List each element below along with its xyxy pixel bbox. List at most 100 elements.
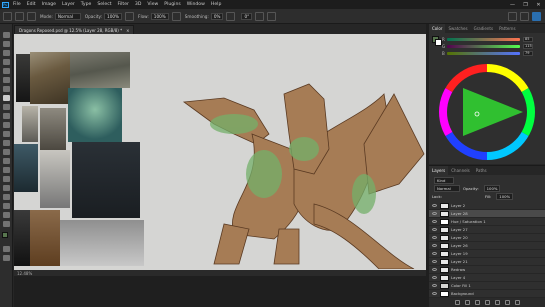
menu-help[interactable]: Help: [208, 2, 224, 7]
layer-row[interactable]: Layer 21: [429, 258, 545, 266]
pen-tool-icon[interactable]: [3, 167, 10, 173]
delete-layer-icon[interactable]: [514, 300, 520, 305]
close-tab-button[interactable]: ×: [126, 28, 129, 33]
marquee-tool-icon[interactable]: [3, 41, 10, 47]
layer-row[interactable]: Layer 27: [429, 226, 545, 234]
symmetry-icon[interactable]: [267, 11, 277, 21]
visibility-eye-icon[interactable]: [432, 284, 437, 287]
visibility-eye-icon[interactable]: [432, 260, 437, 263]
menu-filter[interactable]: Filter: [115, 2, 132, 7]
eraser-tool-icon[interactable]: [3, 131, 10, 137]
new-layer-icon[interactable]: [504, 300, 510, 305]
visibility-eye-icon[interactable]: [432, 236, 437, 239]
opacity-field[interactable]: 100%: [104, 12, 123, 20]
tab-swatches[interactable]: Swatches: [445, 24, 470, 33]
crop-tool-icon[interactable]: [3, 68, 10, 74]
layer-row[interactable]: Layer 20: [429, 234, 545, 242]
layer-row[interactable]: Layer 26: [429, 242, 545, 250]
blue-slider[interactable]: [447, 52, 520, 55]
more-tools-icon[interactable]: [3, 221, 10, 227]
maximize-button[interactable]: ❐: [519, 2, 532, 8]
menu-image[interactable]: Image: [39, 2, 59, 7]
visibility-eye-icon[interactable]: [432, 268, 437, 271]
menu-layer[interactable]: Layer: [59, 2, 78, 7]
menu-type[interactable]: Type: [78, 2, 95, 7]
quick-mask-icon[interactable]: [3, 246, 10, 252]
close-window-button[interactable]: ✕: [532, 2, 545, 8]
layer-row-selected[interactable]: Layer 28: [429, 210, 545, 218]
menu-window[interactable]: Window: [184, 2, 208, 7]
photoshop-logo[interactable]: Ps: [0, 0, 10, 9]
shape-tool-icon[interactable]: [3, 194, 10, 200]
dodge-tool-icon[interactable]: [3, 158, 10, 164]
red-slider[interactable]: [447, 38, 520, 41]
mode-select[interactable]: Normal: [54, 12, 81, 20]
blur-tool-icon[interactable]: [3, 149, 10, 155]
layer-opacity-field[interactable]: 100%: [483, 185, 501, 192]
history-brush-tool-icon[interactable]: [3, 122, 10, 128]
smoothing-options-icon[interactable]: [226, 11, 236, 21]
color-wheel[interactable]: [437, 62, 537, 162]
eyedropper-tool-icon[interactable]: [3, 86, 10, 92]
tab-gradients[interactable]: Gradients: [471, 24, 497, 33]
menu-3d[interactable]: 3D: [132, 2, 144, 7]
menu-view[interactable]: View: [144, 2, 161, 7]
layer-row[interactable]: Color Fill 1: [429, 282, 545, 290]
layer-filter-kind[interactable]: Kind: [434, 177, 454, 184]
adjustment-layer-icon[interactable]: [484, 300, 490, 305]
canvas-area[interactable]: [14, 34, 426, 270]
visibility-eye-icon[interactable]: [432, 252, 437, 255]
type-tool-icon[interactable]: [3, 176, 10, 182]
add-mask-icon[interactable]: [474, 300, 480, 305]
screen-mode-icon[interactable]: [3, 255, 10, 261]
layer-row[interactable]: Layer 2: [429, 202, 545, 210]
frame-tool-icon[interactable]: [3, 77, 10, 83]
visibility-eye-icon[interactable]: [432, 228, 437, 231]
bg-color-chip[interactable]: [435, 39, 442, 46]
zoom-tool-icon[interactable]: [3, 212, 10, 218]
airbrush-icon[interactable]: [171, 11, 181, 21]
tab-paths[interactable]: Paths: [473, 166, 490, 175]
visibility-eye-icon[interactable]: [432, 204, 437, 207]
menu-plugins[interactable]: Plugins: [161, 2, 183, 7]
green-slider[interactable]: [447, 45, 520, 48]
visibility-eye-icon[interactable]: [432, 276, 437, 279]
brush-preset-icon[interactable]: [15, 11, 24, 21]
visibility-eye-icon[interactable]: [432, 292, 437, 295]
fill-field[interactable]: 100%: [496, 193, 514, 200]
menu-select[interactable]: Select: [94, 2, 114, 7]
artboard[interactable]: [14, 34, 426, 270]
layer-row[interactable]: Redraw: [429, 266, 545, 274]
gradient-tool-icon[interactable]: [3, 140, 10, 146]
visibility-eye-icon[interactable]: [432, 244, 437, 247]
layer-row[interactable]: Layer 4: [429, 274, 545, 282]
lasso-tool-icon[interactable]: [3, 50, 10, 56]
search-icon[interactable]: [508, 11, 517, 21]
pressure-size-icon[interactable]: [255, 11, 265, 21]
angle-field[interactable]: 0°: [241, 12, 253, 20]
foreground-color-swatch[interactable]: [2, 232, 8, 238]
visibility-eye-icon[interactable]: [432, 212, 437, 215]
quick-select-tool-icon[interactable]: [3, 59, 10, 65]
zoom-level[interactable]: 12.48%: [17, 271, 32, 276]
workspace-icon[interactable]: [520, 11, 529, 21]
red-value[interactable]: 85: [523, 37, 533, 42]
brush-settings-icon[interactable]: [27, 11, 36, 21]
document-tab[interactable]: Dragons Reposed.psd @ 12.5% (Layer 28, R…: [14, 25, 135, 34]
layer-row[interactable]: Background: [429, 290, 545, 298]
healing-tool-icon[interactable]: [3, 104, 10, 110]
tab-patterns[interactable]: Patterns: [496, 24, 518, 33]
tab-channels[interactable]: Channels: [448, 166, 473, 175]
tab-color[interactable]: Color: [429, 24, 446, 33]
blue-value[interactable]: 79: [523, 51, 533, 56]
new-group-icon[interactable]: [494, 300, 500, 305]
home-icon[interactable]: [3, 11, 12, 21]
pressure-opacity-icon[interactable]: [125, 11, 135, 21]
move-tool-icon[interactable]: [3, 32, 10, 38]
blend-mode-select[interactable]: Normal: [434, 185, 460, 192]
flow-field[interactable]: 100%: [150, 12, 169, 20]
hand-tool-icon[interactable]: [3, 203, 10, 209]
menu-file[interactable]: File: [10, 2, 24, 7]
green-value[interactable]: 115: [523, 44, 533, 49]
clone-stamp-tool-icon[interactable]: [3, 113, 10, 119]
